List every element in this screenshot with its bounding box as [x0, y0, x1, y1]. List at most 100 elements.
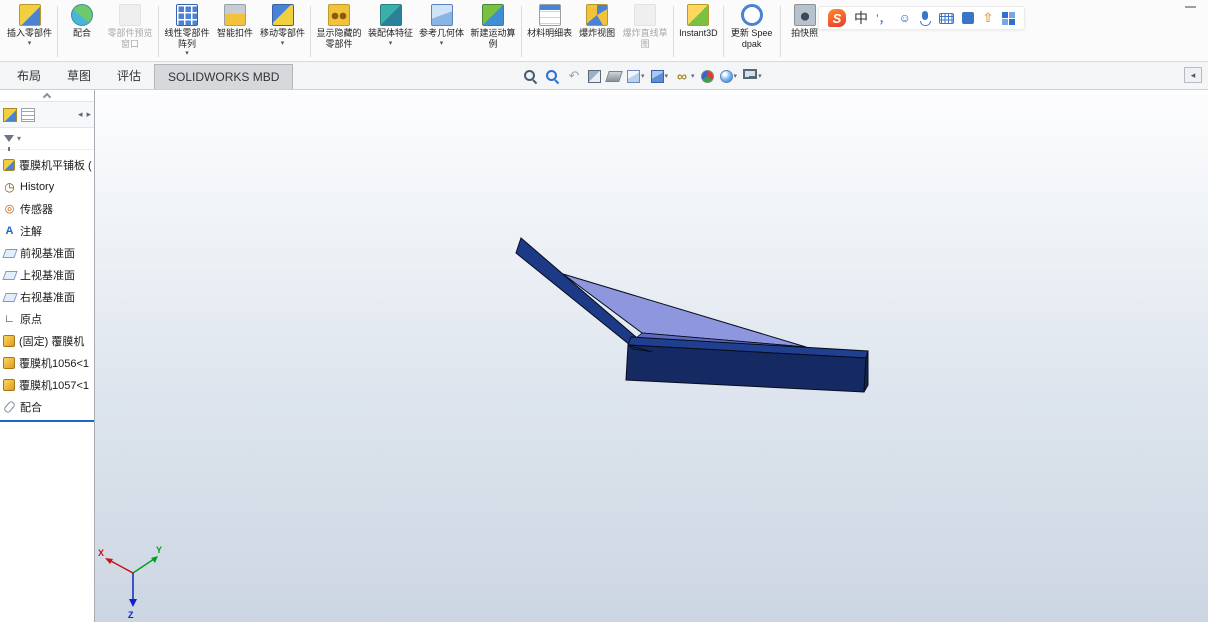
snapshot-icon — [793, 4, 816, 26]
ribbon-button-label: 参考几何体 — [419, 28, 465, 38]
tree-item-mates[interactable]: 配合 — [0, 396, 94, 418]
axis-y-label: Y — [156, 545, 162, 555]
zoom-area-button[interactable] — [542, 67, 562, 85]
apply-scene-button[interactable]: ▾ — [718, 69, 740, 84]
chevron-down-icon: ▾ — [691, 73, 695, 80]
chevron-down-icon: ▾ — [733, 73, 738, 80]
ribbon-button-new-motion-study[interactable]: 新建运动算例 — [467, 2, 519, 61]
featuremanager-tab-icon[interactable] — [3, 107, 17, 122]
filter-icon[interactable] — [4, 135, 14, 151]
tab-evaluate[interactable]: 评估 — [104, 62, 154, 89]
ime-tools-icon[interactable] — [961, 12, 974, 24]
ime-mic-icon[interactable] — [919, 9, 931, 27]
hide-show-items-button[interactable]: ∞ ▾ — [672, 67, 697, 85]
tree-item-label: 覆膜机1057<1 — [19, 380, 90, 392]
ribbon-button-reference-geometry[interactable]: 参考几何体 ▾ — [416, 2, 467, 61]
tree-item-label: 前视基准面 — [20, 248, 75, 260]
ribbon-button-exploded-view[interactable]: 爆炸视图 — [575, 2, 619, 61]
tree-item-front-plane[interactable]: 前视基准面 — [0, 242, 94, 264]
tree-item-component-1056[interactable]: 覆膜机1056<1 — [0, 352, 94, 374]
annotation-3d-view-button[interactable] — [605, 70, 623, 83]
previous-view-icon: ↶ — [568, 68, 580, 83]
ribbon-group-separator — [779, 6, 781, 57]
feature-tree: 覆膜机平铺板 (◷ History ◎ 传感器 A 注解前视基准面上视基准面 右视基准面 ∟ 原… — [0, 150, 94, 622]
3d-model[interactable] — [515, 237, 869, 393]
ime-punctuation-icon[interactable]: ’， — [876, 9, 891, 27]
ribbon-button-linear-component-pattern[interactable]: 线性零部件阵列 ▾ — [161, 2, 213, 61]
tree-item-label: 传感器 — [20, 204, 53, 216]
chevron-down-icon: ▾ — [439, 39, 444, 47]
assembly-features-icon — [379, 4, 402, 26]
tab-solidworks-mbd[interactable]: SOLIDWORKS MBD — [154, 64, 294, 89]
tree-item-annotations[interactable]: A 注解 — [0, 220, 94, 242]
instant3d-icon — [687, 4, 710, 26]
chevron-down-icon: ▾ — [664, 73, 669, 80]
ime-lang-icon[interactable]: 中 — [854, 9, 868, 27]
chevron-down-icon: ▾ — [641, 73, 645, 80]
ribbon-group-separator — [521, 6, 523, 57]
edit-appearance-button[interactable] — [699, 69, 716, 84]
ribbon-button-label: 装配体特征 — [368, 28, 414, 38]
tab-layout[interactable]: 布局 — [4, 62, 54, 89]
tree-item-label: History — [20, 181, 55, 193]
tree-item-origin[interactable]: ∟ 原点 — [0, 308, 94, 330]
sogou-logo-icon[interactable]: S — [828, 9, 846, 27]
tree-item-component-fixed[interactable]: (固定) 覆膜机 — [0, 330, 94, 352]
view-settings-button[interactable]: ▾ — [741, 69, 764, 82]
ribbon-button-bill-of-materials[interactable]: 材料明细表 — [524, 2, 575, 61]
ribbon-button-label: Instant3D — [679, 28, 718, 38]
tab-sketch[interactable]: 草图 — [54, 62, 104, 89]
bom-icon — [538, 4, 561, 26]
section-view-button[interactable] — [586, 69, 603, 84]
panel-collapse-handle[interactable] — [0, 90, 94, 102]
display-style-button[interactable]: ▾ — [649, 69, 671, 84]
tree-item-top-plane[interactable]: 上视基准面 — [0, 264, 94, 286]
tree-item-sensors[interactable]: ◎ 传感器 — [0, 198, 94, 220]
ribbon-button-update-speedpak[interactable]: 更新 Speedpak — [726, 2, 778, 61]
component-icon — [3, 379, 15, 391]
assembly-icon — [3, 159, 15, 171]
tree-item-component-1057[interactable]: 覆膜机1057<1 — [0, 374, 94, 396]
tree-item-root[interactable]: 覆膜机平铺板 ( — [0, 154, 94, 176]
ribbon-button-label: 爆炸直线草图 — [622, 28, 668, 49]
collapse-task-pane-button[interactable]: ◂ — [1184, 67, 1202, 83]
tree-item-right-plane[interactable]: 右视基准面 — [0, 286, 94, 308]
zoom-fit-button[interactable] — [520, 67, 540, 85]
insert-component-icon — [18, 4, 41, 26]
exploded-view-icon — [586, 4, 609, 26]
ribbon-group-separator — [722, 6, 724, 57]
ime-emoji-icon[interactable]: ☺ — [899, 9, 911, 27]
view-orientation-button[interactable]: ▾ — [625, 69, 647, 84]
view-settings-icon — [743, 69, 758, 79]
tree-item-label: 原点 — [20, 314, 42, 326]
axis-x-label: X — [98, 548, 104, 558]
chevron-up-icon — [42, 92, 52, 102]
ime-toolbar: S 中 ’， ☺ ⇧ — [818, 6, 1025, 30]
motion-study-icon — [482, 4, 505, 26]
featuremanager-panel: ◂ ▸ ▾ 覆膜机平铺板 (◷ History ◎ 传感器 A 注解 前视基准面 上视基准面 右视… — [0, 90, 95, 622]
ime-skin-icon[interactable]: ⇧ — [982, 9, 994, 27]
display-pane-icon[interactable] — [21, 107, 35, 122]
ime-keyboard-icon[interactable] — [938, 12, 954, 24]
ribbon-button-assembly-features[interactable]: 装配体特征 ▾ — [365, 2, 416, 61]
tab-scroll-right-icon[interactable]: ▸ — [86, 109, 91, 120]
graphics-viewport[interactable]: X Y Z — [95, 90, 1208, 622]
tree-item-history[interactable]: ◷ History — [0, 176, 94, 198]
ime-grid-icon[interactable] — [1001, 11, 1015, 25]
ribbon-button-instant3d[interactable]: Instant3D — [676, 2, 721, 61]
tab-scroll-left-icon[interactable]: ◂ — [78, 109, 83, 120]
minimize-icon[interactable] — [1185, 6, 1196, 8]
ribbon-button-move-component[interactable]: 移动零部件 ▾ — [257, 2, 308, 61]
update-speedpak-icon — [740, 4, 763, 26]
tree-item-label: (固定) 覆膜机 — [19, 336, 85, 348]
ribbon-button-show-hidden-components[interactable]: 显示隐藏的零部件 — [313, 2, 365, 61]
sensors-icon: ◎ — [4, 202, 15, 215]
previous-view-button[interactable]: ↶ — [564, 67, 584, 85]
chevron-down-icon: ▾ — [758, 73, 762, 80]
ribbon-button-explode-line-sketch: 爆炸直线草图 — [619, 2, 671, 61]
ribbon-button-mate[interactable]: 配合 — [60, 2, 104, 61]
orientation-triad: X Y Z — [98, 545, 162, 620]
ribbon-button-insert-component[interactable]: 插入零部件 ▾ — [4, 2, 55, 61]
ribbon-button-smart-fasteners[interactable]: 智能扣件 — [213, 2, 257, 61]
ribbon-toolbar: 插入零部件 ▾ 配合 零部件预览窗口 线性零部件阵列 ▾ 智能扣件 移动零部件 ▾ 显示隐藏的零部… — [0, 0, 1208, 62]
